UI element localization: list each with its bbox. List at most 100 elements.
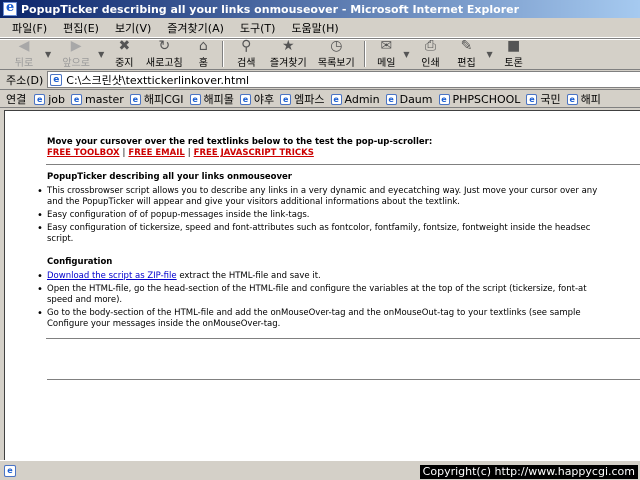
list-item: Go to the body-section of the HTML-file … xyxy=(5,308,640,330)
link-icon: e xyxy=(239,93,251,105)
menu-favorites[interactable]: 즐겨찾기(A) xyxy=(159,20,232,36)
link-phpschool[interactable]: e PHPSCHOOL xyxy=(438,93,520,106)
home-button[interactable]: ⌂ 홈 xyxy=(188,39,218,69)
title-bar: PopupTicker describing all your links on… xyxy=(0,0,640,18)
edit-icon: ✎ xyxy=(460,38,473,54)
link-icon: e xyxy=(129,93,141,105)
link-yahoo[interactable]: e 야후 xyxy=(239,91,274,107)
history-label: 목록보기 xyxy=(317,58,355,69)
download-zip-link[interactable]: Download the script as ZIP-file xyxy=(47,271,177,281)
config-list: Download the script as ZIP-file extract … xyxy=(5,271,640,330)
refresh-button[interactable]: ↻ 새로고침 xyxy=(140,39,188,69)
list-item: This crossbrowser script allows you to d… xyxy=(5,186,640,208)
back-label: 뒤로 xyxy=(14,58,34,69)
list-item: Easy configuration of tickersize, speed … xyxy=(5,223,640,245)
list-item: Easy configuration of of popup-messages … xyxy=(5,210,640,221)
mail-button[interactable]: ✉ 메일 xyxy=(370,39,402,69)
divider xyxy=(46,338,640,340)
stop-icon: ✖ xyxy=(118,38,131,54)
link-kookmin[interactable]: e 국민 xyxy=(526,91,561,107)
links-bar: 연결 e job e master e 해피CGI e 해피몰 e 야후 e 엠파스 e Ad… xyxy=(0,91,640,108)
search-button[interactable]: ⚲ 검색 xyxy=(228,39,264,69)
stop-label: 중지 xyxy=(115,58,134,69)
toolbar-separator xyxy=(364,41,367,67)
page-icon: e xyxy=(50,73,63,86)
menu-file[interactable]: 파일(F) xyxy=(4,20,55,36)
mail-label: 메일 xyxy=(377,58,396,69)
home-label: 홈 xyxy=(198,58,208,69)
window-title: PopupTicker describing all your links on… xyxy=(21,2,520,16)
stop-button[interactable]: ✖ 중지 xyxy=(108,39,140,69)
link-happy[interactable]: e 해피 xyxy=(566,91,601,107)
mail-dropdown-icon[interactable]: ▼ xyxy=(403,50,409,59)
link-icon: e xyxy=(566,93,578,105)
discuss-label: 토론 xyxy=(504,58,523,69)
free-email-link[interactable]: FREE EMAIL xyxy=(128,148,184,158)
list-item: Download the script as ZIP-file extract … xyxy=(5,271,640,282)
edit-label: 편집 xyxy=(457,58,476,69)
divider xyxy=(47,379,640,381)
forward-dropdown-icon[interactable]: ▼ xyxy=(98,50,104,59)
refresh-label: 새로고침 xyxy=(145,58,183,69)
page-content: Move your cursover over the red textlink… xyxy=(4,110,640,460)
search-label: 검색 xyxy=(237,58,256,69)
history-button[interactable]: ◷ 목록보기 xyxy=(312,39,360,69)
toolbar-separator xyxy=(222,41,225,67)
address-input[interactable]: e C:\스크린샷\texttickerlinkover.html xyxy=(47,71,640,88)
address-value[interactable]: C:\스크린샷\texttickerlinkover.html xyxy=(66,72,249,88)
print-button[interactable]: ⎙ 인쇄 xyxy=(413,39,447,69)
discuss-button[interactable]: ■ 토론 xyxy=(497,39,531,69)
link-icon: e xyxy=(385,93,397,105)
back-dropdown-icon[interactable]: ▼ xyxy=(45,50,51,59)
history-icon: ◷ xyxy=(330,38,343,54)
forward-label: 앞으로 xyxy=(62,58,90,69)
section-title-ticker: PopupTicker describing all your links on… xyxy=(47,172,292,182)
link-admin[interactable]: e Admin xyxy=(330,93,380,106)
menu-bar: 파일(F) 편집(E) 보기(V) 즐겨찾기(A) 도구(T) 도움말(H) xyxy=(0,18,640,38)
back-button[interactable]: ◀ 뒤로 xyxy=(4,39,44,69)
link-separator: | xyxy=(187,148,191,158)
link-icon: e xyxy=(34,93,46,105)
content-body: Move your cursover over the red textlink… xyxy=(37,137,640,340)
menu-help[interactable]: 도움말(H) xyxy=(283,20,346,36)
link-happycgi[interactable]: e 해피CGI xyxy=(129,91,184,107)
link-icon: e xyxy=(189,93,201,105)
feature-list: This crossbrowser script allows you to d… xyxy=(5,186,640,245)
page-status-icon: e xyxy=(4,464,16,477)
refresh-icon: ↻ xyxy=(158,38,171,54)
link-happymall[interactable]: e 해피몰 xyxy=(189,91,234,107)
menu-edit[interactable]: 편집(E) xyxy=(55,20,107,36)
link-job[interactable]: e job xyxy=(34,93,65,106)
link-empas[interactable]: e 엠파스 xyxy=(280,91,325,107)
print-label: 인쇄 xyxy=(421,58,440,69)
discuss-icon: ■ xyxy=(507,38,521,54)
copyright-banner: Copyright(c) http://www.happycgi.com xyxy=(419,465,638,479)
menu-view[interactable]: 보기(V) xyxy=(107,20,159,36)
forward-button[interactable]: ▶ 앞으로 xyxy=(55,39,97,69)
link-icon: e xyxy=(438,93,450,105)
status-bar: e Copyright(c) http://www.happycgi.com xyxy=(0,460,640,480)
edit-dropdown-icon[interactable]: ▼ xyxy=(486,50,492,59)
menu-tools[interactable]: 도구(T) xyxy=(232,20,284,36)
link-master[interactable]: e master xyxy=(71,93,124,106)
links-label: 연결 xyxy=(6,93,27,106)
forward-arrow-icon: ▶ xyxy=(70,38,82,54)
link-icon: e xyxy=(330,93,342,105)
intro-text: Move your cursover over the red textlink… xyxy=(47,137,433,147)
favorites-button[interactable]: ★ 즐겨찾기 xyxy=(264,39,312,69)
free-javascript-link[interactable]: FREE JAVASCRIPT TRICKS xyxy=(194,148,314,158)
print-icon: ⎙ xyxy=(424,38,437,54)
free-toolbox-link[interactable]: FREE TOOLBOX xyxy=(47,148,120,158)
red-links-line: FREE TOOLBOX | FREE EMAIL | FREE JAVASCRIPT … xyxy=(47,148,640,159)
address-label: 주소(D) xyxy=(6,73,44,87)
section-title-configuration: Configuration xyxy=(47,257,113,267)
ie-icon xyxy=(3,0,17,16)
link-daum[interactable]: e Daum xyxy=(385,93,433,106)
edit-button[interactable]: ✎ 편집 xyxy=(447,39,485,69)
list-item: Open the HTML-file, go the head-section … xyxy=(5,284,640,306)
mail-icon: ✉ xyxy=(380,38,393,54)
back-arrow-icon: ◀ xyxy=(18,38,30,54)
divider xyxy=(46,164,640,166)
search-icon: ⚲ xyxy=(241,38,252,54)
toolbar: ◀ 뒤로 ▼ ▶ 앞으로 ▼ ✖ 중지 ↻ 새로고침 ⌂ 홈 ⚲ 검색 ★ 즐겨… xyxy=(0,38,640,70)
